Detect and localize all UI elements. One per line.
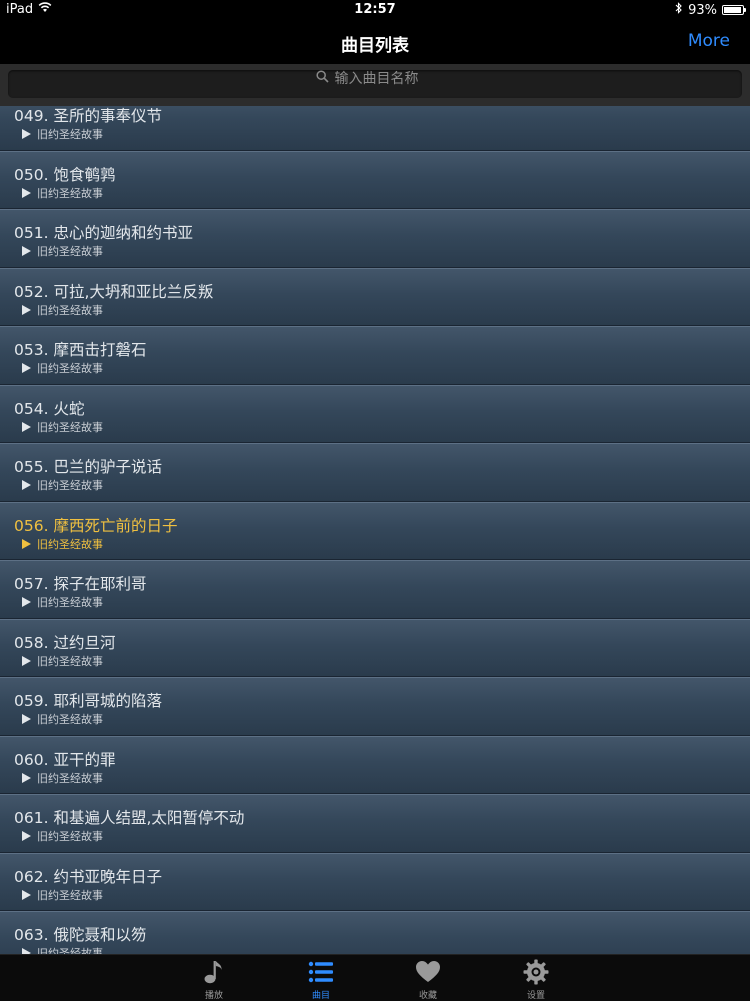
track-title: 059. 耶利哥城的陷落 [14, 692, 162, 710]
track-subtitle-row: 旧约圣经故事 [22, 945, 103, 954]
music-note-icon [184, 958, 244, 986]
battery-icon [722, 5, 746, 15]
track-subtitle-row: 旧约圣经故事 [22, 360, 103, 376]
track-row[interactable]: 057. 探子在耶利哥旧约圣经故事 [0, 560, 750, 619]
search-bar: 输入曲目名称 [0, 64, 750, 106]
track-subtitle-row: 旧约圣经故事 [22, 243, 103, 259]
track-subtitle: 旧约圣经故事 [37, 479, 103, 492]
track-title: 050. 饱食鹌鹑 [14, 165, 116, 184]
status-bar: iPad 12:57 93% [0, 0, 750, 20]
tab-label-favorites: 收藏 [418, 991, 437, 1001]
track-title: 057. 探子在耶利哥 [14, 575, 147, 593]
track-row[interactable]: 058. 过约旦河旧约圣经故事 [0, 618, 750, 677]
play-icon [22, 655, 31, 666]
track-title: 056. 摩西死亡前的日子 [14, 516, 178, 535]
track-subtitle-row: 旧约圣经故事 [22, 711, 103, 727]
tab-favorites[interactable]: 收藏 [398, 958, 458, 1001]
track-subtitle: 旧约圣经故事 [37, 771, 103, 785]
track-row[interactable]: 053. 摩西击打磐石旧约圣经故事 [0, 326, 750, 385]
page-title: 曲目列表 [341, 36, 409, 56]
track-subtitle-row: 旧约圣经故事 [22, 594, 103, 610]
track-subtitle-row: 旧约圣经故事 [22, 477, 103, 493]
track-row[interactable]: 049. 圣所的事奉仪节旧约圣经故事 [0, 106, 750, 151]
track-subtitle: 旧约圣经故事 [37, 303, 103, 317]
tab-label-settings: 设置 [526, 991, 545, 1001]
track-title: 049. 圣所的事奉仪节 [14, 107, 162, 125]
track-title: 051. 忠心的迦纳和约书亚 [14, 224, 193, 242]
gear-icon [506, 958, 566, 986]
track-title: 062. 约书亚晚年日子 [14, 867, 162, 886]
track-subtitle-row: 旧约圣经故事 [22, 653, 103, 669]
play-icon [22, 304, 31, 315]
tab-bar: 播放 曲目 收藏 设置 [0, 954, 750, 1001]
track-subtitle-row: 旧约圣经故事 [22, 302, 103, 318]
play-icon [22, 129, 31, 139]
track-subtitle-row: 旧约圣经故事 [22, 770, 103, 786]
track-subtitle: 旧约圣经故事 [37, 186, 103, 200]
track-subtitle: 旧约圣经故事 [37, 830, 103, 843]
track-subtitle: 旧约圣经故事 [37, 128, 103, 141]
tab-play[interactable]: 播放 [184, 958, 244, 1001]
track-subtitle: 旧约圣经故事 [37, 537, 103, 551]
track-subtitle: 旧约圣经故事 [37, 888, 103, 902]
track-row[interactable]: 054. 火蛇旧约圣经故事 [0, 384, 750, 443]
track-subtitle: 旧约圣经故事 [37, 654, 103, 668]
battery-percent: 93% [688, 2, 717, 18]
track-subtitle-row: 旧约圣经故事 [22, 185, 103, 201]
play-icon [22, 538, 31, 549]
list-icon [291, 958, 351, 986]
track-subtitle-row: 旧约圣经故事 [22, 536, 103, 552]
track-row[interactable]: 055. 巴兰的驴子说话旧约圣经故事 [0, 443, 750, 502]
track-subtitle-row: 旧约圣经故事 [22, 887, 103, 903]
tab-tracks[interactable]: 曲目 [291, 958, 351, 1001]
track-row[interactable]: 062. 约书亚晚年日子旧约圣经故事 [0, 852, 750, 911]
play-icon [22, 421, 31, 432]
track-title: 061. 和基遍人结盟,太阳暂停不动 [14, 809, 245, 827]
track-subtitle: 旧约圣经故事 [37, 713, 103, 726]
more-button[interactable]: More [688, 31, 730, 51]
track-title: 052. 可拉,大坍和亚比兰反叛 [14, 282, 214, 301]
search-input[interactable] [8, 70, 742, 98]
track-title: 053. 摩西击打磐石 [14, 341, 147, 359]
track-row[interactable]: 061. 和基遍人结盟,太阳暂停不动旧约圣经故事 [0, 794, 750, 853]
track-title: 055. 巴兰的驴子说话 [14, 458, 162, 476]
bluetooth-icon [675, 2, 683, 18]
track-row[interactable]: 050. 饱食鹌鹑旧约圣经故事 [0, 150, 750, 209]
play-icon [22, 246, 31, 256]
track-row[interactable]: 060. 亚干的罪旧约圣经故事 [0, 735, 750, 794]
track-subtitle: 旧约圣经故事 [37, 947, 103, 954]
track-subtitle-row: 旧约圣经故事 [22, 828, 103, 844]
track-title: 063. 俄陀聂和以笏 [14, 926, 147, 944]
tab-label-play: 播放 [204, 991, 223, 1001]
battery-fill [724, 7, 741, 13]
play-icon [22, 772, 31, 783]
track-row[interactable]: 051. 忠心的迦纳和约书亚旧约圣经故事 [0, 209, 750, 268]
navigation-bar: 曲目列表 More [0, 20, 750, 64]
track-subtitle: 旧约圣经故事 [37, 420, 103, 434]
play-icon [22, 889, 31, 900]
play-icon [22, 187, 31, 198]
track-subtitle: 旧约圣经故事 [37, 362, 103, 375]
tab-settings[interactable]: 设置 [506, 958, 566, 1001]
tab-label-tracks: 曲目 [311, 991, 330, 1001]
play-icon [22, 714, 31, 724]
heart-icon [398, 958, 458, 986]
track-title: 060. 亚干的罪 [14, 750, 116, 769]
play-icon [22, 480, 31, 490]
track-row[interactable]: 052. 可拉,大坍和亚比兰反叛旧约圣经故事 [0, 267, 750, 326]
play-icon [22, 597, 31, 607]
track-subtitle-row: 旧约圣经故事 [22, 419, 103, 435]
status-time: 12:57 [354, 2, 396, 17]
track-row[interactable]: 059. 耶利哥城的陷落旧约圣经故事 [0, 677, 750, 736]
track-subtitle: 旧约圣经故事 [37, 596, 103, 609]
track-row[interactable]: 063. 俄陀聂和以笏旧约圣经故事 [0, 911, 750, 954]
play-icon [22, 831, 31, 841]
track-row[interactable]: 056. 摩西死亡前的日子旧约圣经故事 [0, 501, 750, 560]
play-icon [22, 363, 31, 373]
track-subtitle-row: 旧约圣经故事 [22, 126, 103, 142]
track-title: 054. 火蛇 [14, 399, 85, 418]
track-subtitle: 旧约圣经故事 [37, 245, 103, 258]
track-list[interactable]: 049. 圣所的事奉仪节 旧约圣经故事 050. 饱食鹌鹑 旧约圣经故事 051. 忠心… [0, 106, 750, 954]
track-title: 058. 过约旦河 [14, 633, 116, 652]
